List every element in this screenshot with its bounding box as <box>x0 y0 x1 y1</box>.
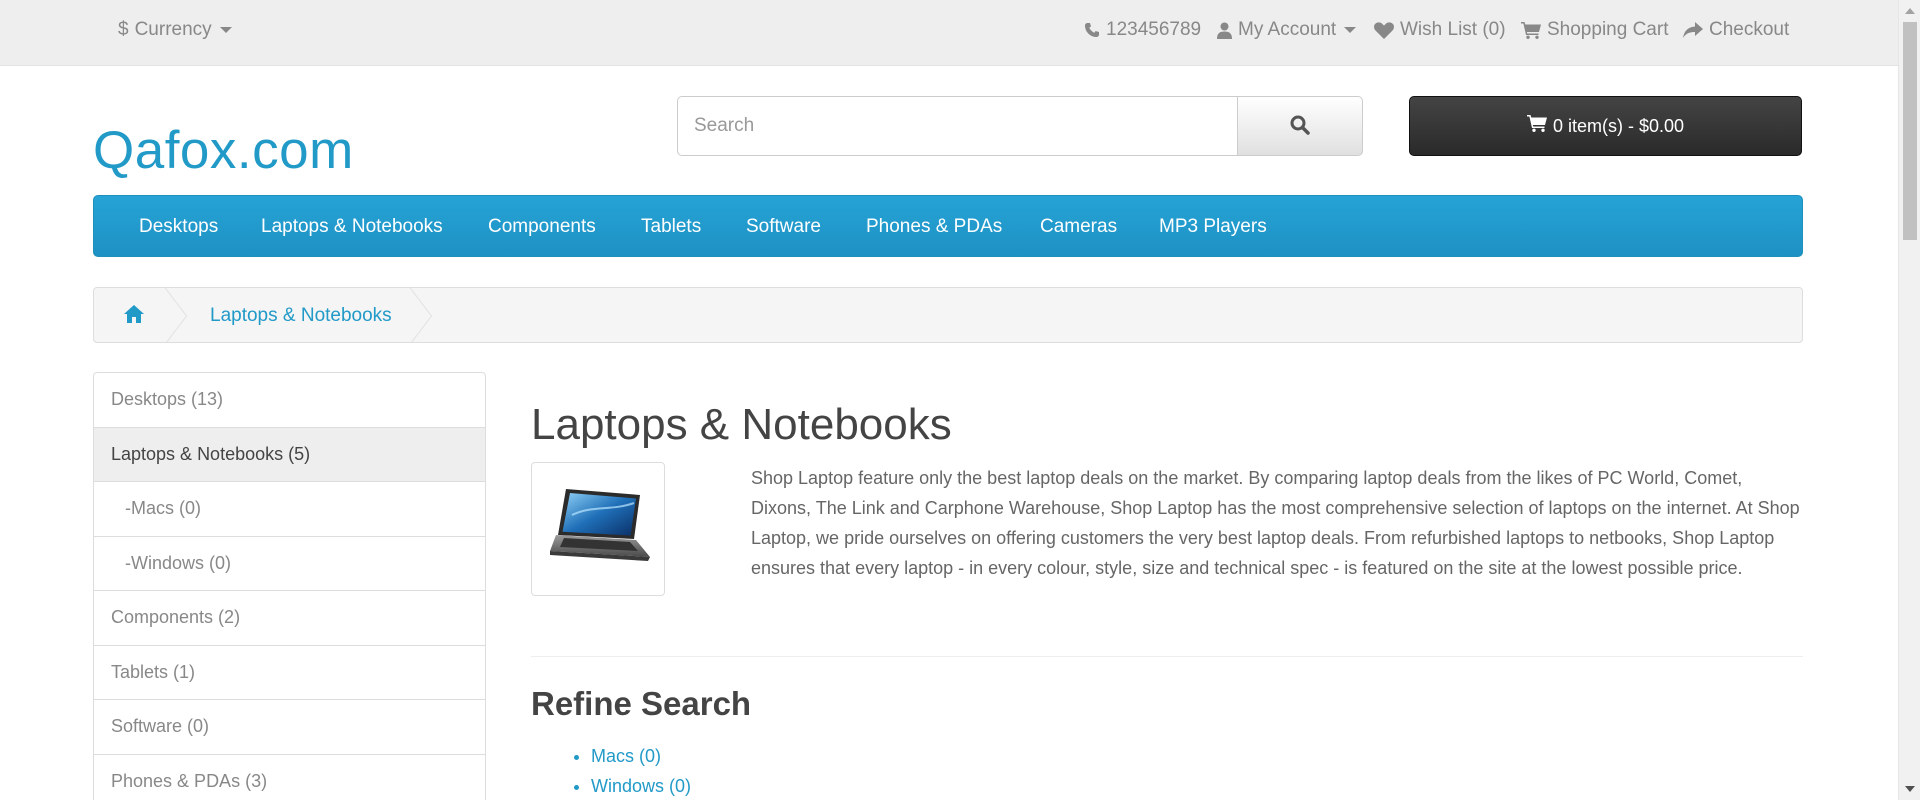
divider <box>531 656 1803 657</box>
phone-number: 123456789 <box>1106 19 1202 40</box>
my-account-dropdown[interactable]: My Account <box>1217 18 1357 42</box>
currency-label: Currency <box>134 19 212 40</box>
refine-link-macs[interactable]: Macs (0) <box>591 746 661 766</box>
scroll-up-arrow-icon[interactable] <box>1905 8 1915 14</box>
phone-icon <box>1084 22 1100 38</box>
sidebar-item-windows[interactable]: -Windows (0) <box>94 537 485 591</box>
shopping-cart-icon <box>1521 21 1541 39</box>
shopping-cart-link[interactable]: Shopping Cart <box>1521 18 1668 42</box>
menu-item-tablets[interactable]: Tablets <box>641 216 701 238</box>
search-bar <box>677 96 1363 156</box>
refine-link-windows[interactable]: Windows (0) <box>591 776 691 796</box>
refine-search-list: Macs (0) Windows (0) <box>591 741 691 800</box>
category-sidebar: Desktops (13) Laptops & Notebooks (5) -M… <box>93 372 486 800</box>
search-button[interactable] <box>1237 96 1363 156</box>
heart-icon <box>1374 21 1394 39</box>
sidebar-item-components[interactable]: Components (2) <box>94 591 485 646</box>
cart-total-button[interactable]: 0 item(s) - $0.00 <box>1409 96 1802 156</box>
sidebar-item-tablets[interactable]: Tablets (1) <box>94 646 485 700</box>
laptop-image <box>542 485 654 574</box>
search-icon <box>1290 115 1310 138</box>
breadcrumb: Laptops & Notebooks <box>93 287 1803 343</box>
menu-item-laptops-notebooks[interactable]: Laptops & Notebooks <box>261 216 443 238</box>
sidebar-item-desktops[interactable]: Desktops (13) <box>94 373 485 428</box>
list-item: Windows (0) <box>591 771 691 800</box>
wish-list-link[interactable]: Wish List (0) <box>1374 18 1506 42</box>
menu-item-software[interactable]: Software <box>746 216 821 238</box>
top-bar: $ Currency 123456789 My Account Wish Lis… <box>0 0 1898 66</box>
refine-search-title: Refine Search <box>531 685 752 722</box>
sidebar-item-phones-pdas[interactable]: Phones & PDAs (3) <box>94 755 485 800</box>
shopping-cart-label: Shopping Cart <box>1547 19 1669 40</box>
category-description: Shop Laptop feature only the best laptop… <box>751 468 1800 578</box>
cart-total-label: 0 item(s) - $0.00 <box>1552 115 1685 136</box>
menu-item-cameras[interactable]: Cameras <box>1040 216 1117 238</box>
main-menu: Desktops Laptops & Notebooks Components … <box>93 195 1803 257</box>
sidebar-item-laptops-notebooks[interactable]: Laptops & Notebooks (5) <box>94 427 485 482</box>
breadcrumb-separator-fill <box>409 288 431 342</box>
sidebar-item-macs[interactable]: -Macs (0) <box>94 482 485 537</box>
currency-dropdown[interactable]: $ Currency <box>118 18 232 42</box>
list-item: Macs (0) <box>591 741 691 771</box>
breadcrumb-home[interactable] <box>124 305 144 328</box>
scroll-thumb[interactable] <box>1903 22 1917 240</box>
breadcrumb-laptops-notebooks[interactable]: Laptops & Notebooks <box>210 305 392 327</box>
shopping-cart-icon <box>1526 115 1547 137</box>
scroll-down-arrow-icon[interactable] <box>1905 786 1915 792</box>
menu-item-phones-pdas[interactable]: Phones & PDAs <box>866 216 1002 238</box>
dollar-icon: $ <box>118 19 129 40</box>
menu-item-mp3-players[interactable]: MP3 Players <box>1159 216 1267 238</box>
site-logo[interactable]: Qafox.com <box>93 120 354 181</box>
home-icon <box>124 305 144 327</box>
page-title: Laptops & Notebooks <box>531 400 952 449</box>
wish-list-label: Wish List (0) <box>1400 19 1506 40</box>
breadcrumb-separator-fill <box>164 288 186 342</box>
checkout-link[interactable]: Checkout <box>1683 18 1789 42</box>
category-thumbnail <box>531 462 665 596</box>
menu-item-desktops[interactable]: Desktops <box>139 216 218 238</box>
page-scrollbar[interactable] <box>1898 0 1920 800</box>
my-account-label: My Account <box>1238 19 1337 40</box>
caret-down-icon <box>1344 27 1357 33</box>
user-icon <box>1217 22 1232 39</box>
menu-item-components[interactable]: Components <box>488 216 596 238</box>
share-arrow-icon <box>1683 21 1703 39</box>
search-input[interactable] <box>677 96 1238 156</box>
phone-link[interactable]: 123456789 <box>1084 18 1201 42</box>
checkout-label: Checkout <box>1709 19 1790 40</box>
sidebar-item-software[interactable]: Software (0) <box>94 700 485 755</box>
caret-down-icon <box>219 27 232 33</box>
